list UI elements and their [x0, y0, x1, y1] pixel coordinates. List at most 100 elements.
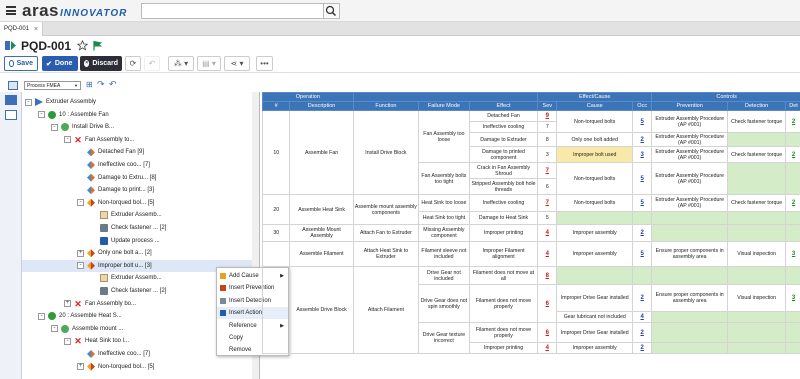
sev-cell[interactable]: 3 — [537, 146, 558, 163]
column-header[interactable]: Effect — [468, 101, 539, 111]
occ-cell[interactable]: 5 — [632, 194, 653, 212]
effect-cell[interactable]: Filament does not move at all — [468, 266, 539, 285]
det-cell[interactable] — [785, 311, 800, 323]
function-cell[interactable]: Assemble mount assembly components — [352, 194, 420, 225]
detection-cell[interactable] — [727, 132, 787, 147]
share-menu-button[interactable]: ⋖ ▾ — [224, 56, 250, 71]
sev-cell[interactable]: 6 — [537, 178, 558, 195]
detection-cell[interactable] — [727, 311, 787, 323]
expand-icon[interactable]: + — [77, 363, 84, 371]
cause-cell[interactable]: Improper Drive Gear installed — [556, 322, 634, 343]
prevention-cell[interactable] — [651, 224, 729, 242]
occ-cell[interactable]: 5 — [632, 162, 653, 195]
det-cell[interactable]: 3 — [785, 284, 800, 312]
detection-cell[interactable] — [727, 162, 787, 195]
collapse-icon[interactable]: - — [77, 199, 84, 207]
det-cell[interactable]: 2 — [785, 110, 800, 133]
effect-cell[interactable]: Ineffective cooling — [468, 194, 539, 212]
occ-cell[interactable]: 2 — [632, 132, 653, 147]
sev-cell[interactable]: 7 — [537, 194, 558, 212]
effect-cell[interactable]: Filament does not move properly — [468, 322, 539, 343]
tree-node[interactable]: - ✕ Fan Assembly to... — [22, 134, 259, 146]
effect-cell[interactable]: Damage to Heat Sink — [468, 211, 539, 225]
cause-cell[interactable] — [556, 266, 634, 285]
grid-view-icon[interactable] — [5, 110, 17, 120]
flag-icon[interactable] — [92, 40, 103, 51]
undo-button[interactable]: ↶ — [144, 56, 160, 71]
prevention-cell[interactable]: Extruder Assembly Procedure (AP #001) — [651, 194, 729, 212]
failure-mode-cell[interactable]: Missing Assembly component — [418, 224, 470, 242]
detection-cell[interactable]: Check fastener torque — [727, 146, 787, 163]
expand-icon[interactable]: + — [64, 300, 71, 308]
occ-cell[interactable] — [632, 211, 653, 225]
cause-cell[interactable]: Improper assembly — [556, 224, 634, 242]
detection-cell[interactable]: Check fastener torque — [727, 194, 787, 212]
close-icon[interactable]: × — [34, 26, 38, 33]
detection-cell[interactable]: Visual inspection — [727, 241, 787, 267]
tree-node[interactable]: Check fastener ... [2] — [22, 222, 259, 234]
star-icon[interactable] — [77, 40, 89, 51]
effect-cell[interactable]: Improper Filament alignment — [468, 241, 539, 267]
op-description[interactable]: Assemble Drive Block — [289, 266, 354, 354]
occ-cell[interactable]: 3 — [632, 146, 653, 163]
prevention-cell[interactable]: Extruder Assembly Procedure (AP #001) — [651, 146, 729, 163]
function-cell[interactable]: Attach Heat Sink to Extruder — [352, 241, 420, 267]
detection-cell[interactable]: Visual inspection — [727, 284, 787, 312]
cause-cell[interactable]: Improper assembly — [556, 342, 634, 354]
tree-node[interactable]: + Only one bolt a... [2] — [22, 247, 259, 259]
column-header[interactable]: Description — [289, 101, 354, 111]
tree-node[interactable]: - 10 : Assemble Fan — [22, 109, 259, 121]
det-cell[interactable] — [785, 132, 800, 147]
column-header[interactable]: # — [262, 101, 291, 111]
more-button[interactable]: ••• — [256, 56, 273, 71]
sev-cell[interactable]: 8 — [537, 132, 558, 147]
failure-mode-cell[interactable]: Filament sleeve not included — [418, 241, 470, 267]
sev-cell[interactable]: 7 — [537, 162, 558, 179]
detection-cell[interactable] — [727, 266, 787, 285]
tree-node[interactable]: Ineffective coo... [7] — [22, 159, 259, 171]
det-cell[interactable] — [785, 342, 800, 354]
tree-node[interactable]: Detached Fan [9] — [22, 146, 259, 158]
prevention-cell[interactable]: Ensure proper components in assembly are… — [651, 241, 729, 267]
tree-node[interactable]: + Non-torqued bol... [5] — [22, 361, 259, 373]
effect-cell[interactable]: Stripped Assembly bolt hole threads — [468, 178, 539, 195]
occ-cell[interactable] — [632, 266, 653, 285]
prevention-cell[interactable] — [651, 266, 729, 285]
occ-cell[interactable]: 2 — [632, 224, 653, 242]
cause-cell[interactable]: Non-torqued bolts — [556, 110, 634, 133]
collapse-icon[interactable]: - — [64, 337, 71, 345]
cause-cell[interactable]: Improper bolt used — [556, 146, 634, 163]
tree-node[interactable]: Update process ... — [22, 235, 259, 247]
occ-cell[interactable]: 2 — [632, 284, 653, 312]
failure-mode-cell[interactable]: Drive Gear not included — [418, 266, 470, 285]
menu-icon[interactable] — [6, 6, 16, 15]
det-cell[interactable] — [785, 162, 800, 195]
view-select[interactable]: Process FMEA ▼ — [24, 81, 81, 90]
sev-cell[interactable]: 4 — [537, 241, 558, 267]
cause-cell[interactable]: Non-torqued bolts — [556, 162, 634, 195]
detection-cell[interactable] — [727, 342, 787, 354]
prevention-cell[interactable]: Extruder Assembly Procedure (AP #001) — [651, 110, 729, 133]
collapse-icon[interactable]: - — [38, 111, 45, 119]
search-button[interactable] — [323, 4, 339, 18]
occ-cell[interactable]: 2 — [632, 322, 653, 343]
undo-icon-2[interactable]: ↶ — [109, 79, 117, 90]
tree-node[interactable]: - Non-torqued bol... [5] — [22, 197, 259, 209]
tree-node[interactable]: Extruder Assemb... — [22, 209, 259, 221]
sev-cell[interactable]: 4 — [537, 224, 558, 242]
function-cell[interactable]: Install Drive Block — [352, 110, 420, 195]
expand-all-icon[interactable]: ⊞ — [86, 80, 93, 89]
done-button[interactable]: ✔ Done — [42, 56, 78, 71]
detection-cell[interactable] — [727, 224, 787, 242]
tree-view-icon[interactable] — [5, 95, 17, 105]
function-cell[interactable]: Attach Fan to Extruder — [352, 224, 420, 242]
function-cell[interactable]: Attach Filament — [352, 266, 420, 354]
failure-mode-cell[interactable]: Fan Assembly bolts too tight — [418, 162, 470, 195]
tab-pqd-001[interactable]: PQD-001 × — [0, 22, 44, 36]
cause-cell[interactable]: Gear lubricant not included — [556, 311, 634, 323]
effect-cell[interactable]: Damage to Extruder — [468, 132, 539, 147]
redo-icon[interactable]: ↷ — [97, 79, 105, 90]
tree-node[interactable]: Damage to Extru... [8] — [22, 172, 259, 184]
op-description[interactable]: Assemble Filament — [289, 241, 354, 267]
sev-cell[interactable]: 7 — [537, 121, 558, 133]
